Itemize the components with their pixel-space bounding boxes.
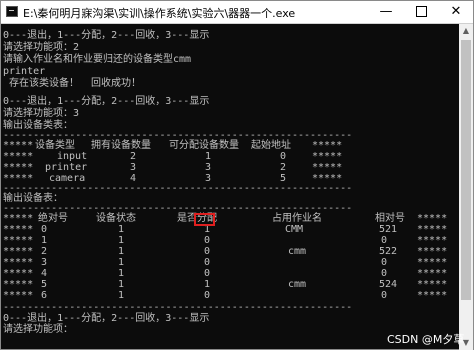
device-table-cell: CMM (285, 224, 304, 235)
device-table-cell: ***** (417, 235, 448, 246)
device-table-cell: 0 (381, 257, 388, 268)
device-table-header: ***** (3, 213, 34, 224)
input-prompt-line: 请输入作业名和作业要归还的设备类型cmm (3, 54, 192, 65)
device-table-cell: ***** (417, 246, 448, 257)
device-table-cell: 0 (204, 235, 211, 246)
class-table-header: 设备类型 (35, 140, 75, 151)
device-table-cell: 5 (41, 279, 48, 290)
device-table-cell: ***** (3, 235, 34, 246)
console-window: E:\秦何明月寐沟渠\实训\操作系统\实验六\器器一个.exe — ✕ 0---… (0, 0, 474, 350)
printer-line: printer (3, 66, 46, 77)
class-table-cell: printer (45, 162, 88, 173)
class-table-cell: 2 (130, 151, 137, 162)
class-table-cell: ***** (3, 162, 34, 173)
device-table-cell: 1 (118, 235, 125, 246)
separator-line: ----------------------------------------… (3, 302, 353, 313)
device-table-cell: 521 (379, 224, 398, 235)
class-table-cell: 1 (205, 151, 212, 162)
device-table-cell: 4 (41, 268, 48, 279)
device-table-cell: 0 (204, 246, 211, 257)
vertical-scrollbar[interactable]: ▲ ▼ (459, 24, 473, 350)
device-table-cell: ***** (3, 268, 34, 279)
class-table-header: 可分配设备数量 (169, 140, 239, 151)
window-title: E:\秦何明月寐沟渠\实训\操作系统\实验六\器器一个.exe (23, 7, 296, 20)
device-table-cell: ***** (417, 290, 448, 301)
close-button[interactable]: ✕ (441, 1, 471, 23)
device-table-cell: 2 (41, 246, 48, 257)
device-table-cell: 0 (41, 224, 48, 235)
prompt-line: 请选择功能项：2 (3, 42, 80, 53)
device-table-cell: 1 (118, 279, 125, 290)
device-table-header: 相对号 (375, 213, 405, 224)
device-table-cell: cmm (288, 279, 307, 290)
device-table-cell: ***** (3, 257, 34, 268)
device-table-cell: 524 (379, 279, 398, 290)
device-table-header: 设备状态 (96, 213, 136, 224)
class-table-cell: 3 (130, 162, 137, 173)
device-table-cell: 0 (381, 268, 388, 279)
device-table-cell: ***** (3, 224, 34, 235)
device-table-cell: 1 (118, 224, 125, 235)
device-table-cell: 0 (204, 257, 211, 268)
class-table-cell: ***** (312, 151, 343, 162)
scroll-up-arrow-icon[interactable]: ▲ (459, 24, 473, 38)
console-output[interactable]: 0---退出，1---分配，2---回收，3---显示 请选择功能项：2 请输入… (1, 24, 459, 350)
device-table-cell: 0 (381, 290, 388, 301)
device-table-cell: ***** (3, 290, 34, 301)
device-table-cell: 1 (118, 290, 125, 301)
device-table-cell: 1 (204, 279, 211, 290)
device-table-cell: 522 (379, 246, 398, 257)
class-table-cell: ***** (3, 151, 34, 162)
class-table-cell: 3 (205, 162, 212, 173)
device-table-cell: 6 (41, 290, 48, 301)
device-table-cell: 1 (118, 257, 125, 268)
class-table-header: 拥有设备数量 (91, 140, 151, 151)
device-table-cell: 1 (41, 235, 48, 246)
menu-line: 0---退出，1---分配，2---回收，3---显示 (3, 96, 210, 107)
title-bar[interactable]: E:\秦何明月寐沟渠\实训\操作系统\实验六\器器一个.exe — ✕ (1, 1, 473, 24)
device-table-cell: ***** (417, 268, 448, 279)
device-table-header: 绝对号 (38, 213, 68, 224)
device-table-cell: 1 (118, 246, 125, 257)
maximize-button[interactable] (406, 1, 436, 23)
menu-line: 0---退出，1---分配，2---回收，3---显示 (3, 30, 210, 41)
class-table-header: ***** (3, 140, 34, 151)
prompt-line: 请选择功能项： (3, 324, 73, 335)
class-table-cell: input (57, 151, 88, 162)
highlight-annotation-box (194, 213, 215, 226)
console-app-icon (6, 6, 18, 17)
device-table-cell: 0 (204, 268, 211, 279)
device-table-cell: 1 (118, 268, 125, 279)
device-table-header: ***** (417, 213, 448, 224)
result-line: 存在该类设备！ 回收成功！ (3, 78, 142, 89)
class-table-cell: 2 (280, 162, 287, 173)
device-table-cell: 0 (381, 235, 388, 246)
device-table-cell: 0 (204, 290, 211, 301)
scroll-thumb[interactable] (461, 40, 471, 300)
csdn-watermark: CSDN @M夕草 (387, 333, 465, 346)
device-table-cell: ***** (417, 279, 448, 290)
minimize-button[interactable]: — (371, 1, 401, 23)
class-table-cell: ***** (312, 162, 343, 173)
class-table-cell: 0 (280, 151, 287, 162)
device-table-cell: ***** (3, 279, 34, 290)
device-table-cell: ***** (417, 224, 448, 235)
device-table-cell: ***** (417, 257, 448, 268)
prompt-line: 请选择功能项：3 (3, 108, 80, 119)
maximize-icon (415, 6, 427, 17)
class-table-header: ***** (312, 140, 343, 151)
device-table-cell: 3 (41, 257, 48, 268)
device-table-header: 占用作业名 (272, 213, 322, 224)
class-table-header: 起始地址 (251, 140, 291, 151)
device-table-cell: ***** (3, 246, 34, 257)
menu-line: 0---退出，1---分配，2---回收，3---显示 (3, 313, 210, 324)
device-table-cell: cmm (288, 246, 307, 257)
